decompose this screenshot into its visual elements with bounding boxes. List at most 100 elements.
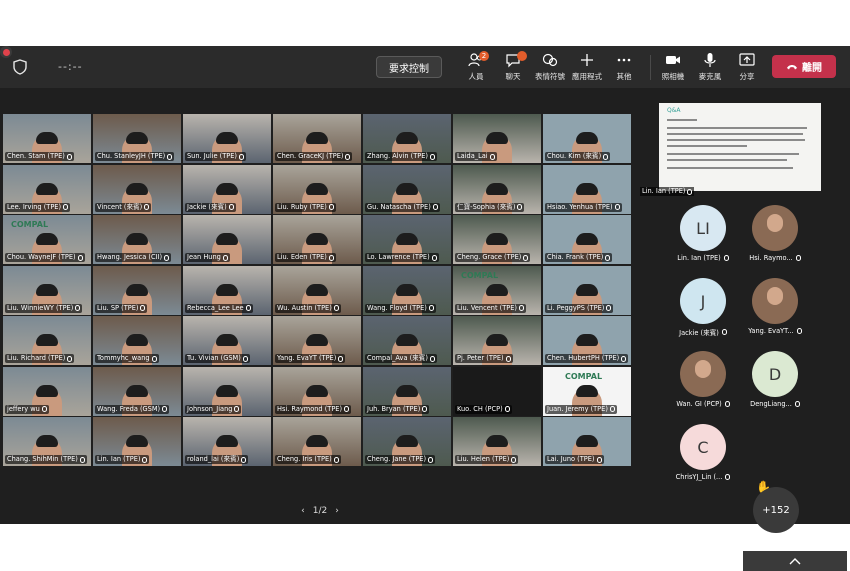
mic-muted-icon [517, 204, 523, 210]
participant-name-tag: Jean Hung [185, 253, 230, 262]
participant-video-tile[interactable]: Li. PeggyPS (TPE) [543, 265, 631, 315]
participant-video-tile[interactable]: Chia. Frank (TPE) [543, 215, 631, 264]
participant-video-tile[interactable]: Sun. Julie (TPE) [183, 114, 271, 163]
participant-video-tile[interactable]: Wu. Austin (TPE) [273, 265, 361, 315]
participant-name-tag: Lin. Ian (TPE) [95, 455, 150, 464]
participant-name: roland_lai (來賓) [187, 455, 240, 463]
participant-name: Hsi. Raymond (TPE) [277, 404, 343, 413]
participant-video-tile[interactable]: Hsiao. Yenhua (TPE) [543, 164, 631, 214]
participant-video-tile[interactable]: Yang. EvaYT (TPE) [273, 316, 361, 365]
participant-video-tile[interactable]: Rebecca_Lee Lee [183, 265, 271, 315]
participant-video-tile[interactable]: COMPAL Chou. WayneJF (TPE) [3, 215, 91, 264]
participant-name: Liu. WinnieWY (TPE) [7, 303, 74, 312]
participant-avatar-card[interactable]: LI Lin. Ian (TPE) [660, 205, 740, 265]
more-actions-button[interactable]: 其他 [607, 52, 641, 86]
apps-button[interactable]: 應用程式 [570, 52, 604, 86]
request-control-button[interactable]: 要求控制 [376, 56, 442, 78]
participant-video-tile[interactable]: Chen. GraceKJ (TPE) [273, 114, 361, 163]
participant-name-tag: Lo. Lawrence (TPE) [365, 253, 439, 262]
participant-video-tile[interactable]: Chang. ShihMin (TPE) [3, 417, 91, 466]
participant-video-tile[interactable]: Lai. Juno (TPE) [543, 417, 631, 466]
participant-video-tile[interactable]: Tommyhc_wang [93, 316, 181, 365]
participant-video-tile[interactable]: Tu. Vivian (GSM) [183, 316, 271, 365]
participant-video-tile[interactable]: jeffery wu [3, 366, 91, 416]
leave-button[interactable]: 離開 [772, 55, 836, 78]
reactions-button[interactable]: 表情符號 [533, 52, 567, 86]
participant-name: Tommyhc_wang [97, 354, 150, 362]
participant-video-tile[interactable]: Compal_Ava (來賓) [363, 316, 451, 365]
participant-name: Liu. Vencent (TPE) [457, 303, 517, 312]
mic-muted-icon [234, 406, 240, 412]
participant-video-tile[interactable]: Lee. Irving (TPE) [3, 164, 91, 214]
participant-video-tile[interactable]: Jean Hung [183, 215, 271, 264]
participant-avatar-card[interactable]: Yang. EvaYT... [732, 278, 812, 338]
recording-indicator-icon [0, 46, 12, 58]
people-button[interactable]: 2 人員 [459, 51, 493, 86]
participant-video-tile[interactable]: Juh. Bryan (TPE) [363, 366, 451, 416]
mic-muted-icon [724, 401, 730, 407]
participant-video-tile[interactable]: Liu. WinnieWY (TPE) [3, 265, 91, 315]
chat-button[interactable]: 聊天 [496, 51, 530, 86]
mic-muted-icon [79, 456, 85, 463]
participant-name: jeffery wu [7, 404, 40, 413]
participant-name: Compal_Ava (來賓) [367, 354, 428, 362]
participant-video-tile[interactable]: Pj. Peter (TPE) [453, 316, 541, 365]
participant-video-tile[interactable]: Zhang. Alvin (TPE) [363, 114, 451, 163]
mic-muted-icon [489, 153, 495, 160]
participant-video-tile[interactable]: roland_lai (來賓) [183, 417, 271, 466]
mic-muted-icon [721, 329, 727, 335]
participant-video-tile[interactable]: Laida_Lai [453, 114, 541, 163]
participant-name: Yang. EvaYT... [748, 327, 794, 335]
participant-video-tile[interactable]: Cheng. Jane (TPE) [363, 417, 451, 466]
participant-video-tile[interactable]: Wang. Floyd (TPE) [363, 265, 451, 315]
participant-avatar-card[interactable]: Wan. GI (PCP) [660, 351, 740, 411]
participant-name: DengLiang... [750, 400, 792, 408]
shared-content-tile[interactable]: Q&A [659, 103, 821, 191]
participant-avatar-card[interactable]: D DengLiang... [732, 351, 812, 411]
participant-name: Gu. Natascha (TPE) [367, 202, 431, 211]
participant-video-tile[interactable]: Liu. SP (TPE) [93, 265, 181, 315]
collapse-panel-button[interactable] [743, 551, 847, 571]
participant-video-tile[interactable]: Wang. Freda (GSM) [93, 366, 181, 416]
participant-name-tag: Cheng. Grace (TPE) [455, 253, 531, 262]
shield-icon[interactable] [12, 58, 28, 76]
participant-video-tile[interactable]: Jackie (來賓) [183, 164, 271, 214]
participant-video-tile[interactable]: Chou. Kim (來賓) [543, 114, 631, 163]
toolbar-divider [650, 55, 651, 80]
participant-name-tag: Liu. Eden (TPE) [275, 253, 336, 262]
page-indicator: 1/2 [312, 506, 328, 516]
participant-video-tile[interactable]: Chen. Stam (TPE) [3, 114, 91, 163]
participant-video-tile[interactable]: Hsi. Raymond (TPE) [273, 366, 361, 416]
people-count-badge: 2 [479, 51, 489, 61]
participant-video-tile[interactable]: Liu. Richard (TPE) [3, 316, 91, 365]
meeting-timer: --:-- [58, 60, 83, 73]
participant-avatar-card[interactable]: J Jackie (來賓) [660, 278, 740, 338]
next-page-icon[interactable]: › [335, 506, 339, 516]
share-button[interactable]: 分享 [730, 52, 764, 86]
participant-video-tile[interactable]: Vincent (來賓) [93, 164, 181, 214]
participant-video-tile[interactable]: Johnson_Jiang [183, 366, 271, 416]
participant-video-tile[interactable]: COMPAL Liu. Vencent (TPE) [453, 265, 541, 315]
participant-video-tile[interactable]: Cheng. Grace (TPE) [453, 215, 541, 264]
participant-video-tile[interactable]: Lo. Lawrence (TPE) [363, 215, 451, 264]
participant-video-tile[interactable]: Chen. HubertPH (TPE) [543, 316, 631, 365]
participant-video-tile[interactable]: Lin. Ian (TPE) [93, 417, 181, 466]
participant-video-tile[interactable]: Kuo. CH (PCP) [453, 366, 541, 416]
microphone-button[interactable]: 麥克風 [693, 52, 727, 86]
participant-avatar-card[interactable]: Hsi. Raymo... [732, 205, 812, 265]
avatar [752, 205, 798, 251]
participant-video-tile[interactable]: Cheng. Iris (TPE) [273, 417, 361, 466]
participant-video-tile[interactable]: Chu. StanleyJH (TPE) [93, 114, 181, 163]
previous-page-icon[interactable]: ‹ [301, 506, 305, 516]
participant-video-tile[interactable]: Liu. Ruby (TPE) [273, 164, 361, 214]
participant-video-tile[interactable]: Liu. Eden (TPE) [273, 215, 361, 264]
participant-video-tile[interactable]: Gu. Natascha (TPE) [363, 164, 451, 214]
more-participants-button[interactable]: +152 [753, 487, 799, 533]
participant-avatar-card[interactable]: C ChrisYJ_Lin (... [660, 424, 740, 484]
participant-video-tile[interactable]: Hwang. Jessica (CII) [93, 215, 181, 264]
participant-video-tile[interactable]: Liu. Helen (TPE) [453, 417, 541, 466]
participant-video-tile[interactable]: 仁寶-Sophia (來賓) [453, 164, 541, 214]
camera-button[interactable]: 照相機 [656, 52, 690, 86]
gallery-pager: ‹ 1/2 › [290, 504, 350, 518]
participant-video-tile[interactable]: COMPAL Juan. Jeremy (TPE) [543, 366, 631, 416]
